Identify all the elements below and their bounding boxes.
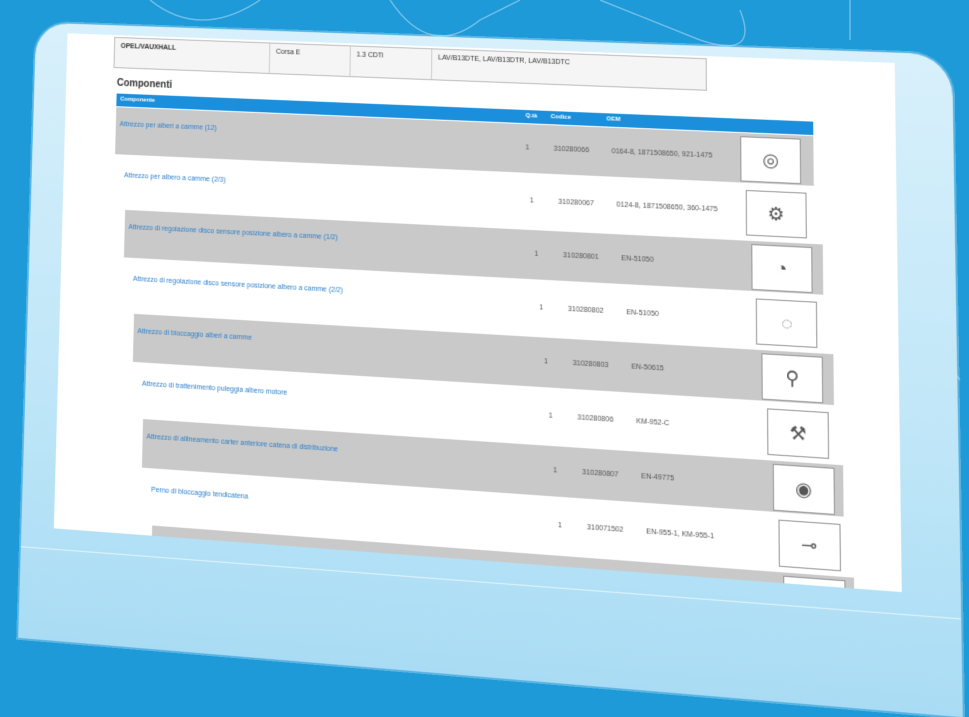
component-thumbnail[interactable]: ⚒ xyxy=(767,408,830,459)
component-thumbnail[interactable]: ◌ xyxy=(756,298,818,349)
header-component: Componente xyxy=(120,96,156,104)
component-thumbnail[interactable]: ◉ xyxy=(772,463,835,515)
component-name-link[interactable]: Attrezzo per alberi a camme (12) xyxy=(120,121,217,132)
component-thumbnail[interactable]: ◔ xyxy=(750,244,813,294)
component-name-link[interactable]: Attrezzo di bloccaggio alberi a camme xyxy=(137,328,251,342)
component-qty: 1 xyxy=(525,144,530,152)
component-name-link[interactable]: Attrezzo di regolazione disco sensore po… xyxy=(133,276,343,295)
component-qty: 1 xyxy=(539,304,544,312)
component-code: 310280803 xyxy=(572,359,609,370)
component-name-link[interactable]: Attrezzo di regolazione disco sensore po… xyxy=(128,224,337,242)
component-oem: KM-952-C xyxy=(636,417,670,428)
component-qty: 1 xyxy=(553,467,558,475)
component-oem: EN-51050 xyxy=(626,309,659,319)
component-code: 310071502 xyxy=(586,524,624,535)
monitor: OPEL/VAUXHALL Corsa E 1.3 CDTi LAV/B13DT… xyxy=(18,22,963,717)
component-thumbnail[interactable]: ⊸ xyxy=(778,519,841,572)
component-oem: EN-955-1, KM-955-1 xyxy=(646,528,715,541)
component-code: 310280802 xyxy=(567,305,604,316)
component-oem: EN-46785 xyxy=(651,583,685,593)
component-code: 310104020 xyxy=(591,579,629,590)
component-code: 310280067 xyxy=(558,198,594,208)
component-oem: 0124-8, 1871508650, 360-1475 xyxy=(616,201,718,214)
component-qty: 1 xyxy=(548,412,553,420)
component-oem: 0164-8, 1871508650, 921-1475 xyxy=(611,148,713,160)
component-thumbnail[interactable]: ⟋ xyxy=(783,575,847,593)
component-name-link[interactable]: Attrezzo per albero a camme (2/3) xyxy=(124,172,226,184)
component-thumbnail[interactable]: ◎ xyxy=(740,136,802,185)
component-name-link[interactable]: Attrezzo di allineamento carter anterior… xyxy=(146,433,338,453)
component-oem: EN-50615 xyxy=(631,363,664,373)
component-qty: 1 xyxy=(529,197,534,205)
component-qty: 1 xyxy=(534,250,539,258)
component-code: 310280807 xyxy=(582,468,619,479)
vehicle-make: OPEL/VAUXHALL xyxy=(114,37,271,74)
component-oem: EN-49775 xyxy=(641,472,675,483)
component-qty: 1 xyxy=(543,358,548,366)
component-name-link[interactable]: Perno di bloccaggio albero motore xyxy=(156,540,261,555)
component-thumbnail[interactable]: ⚙ xyxy=(745,189,807,239)
component-thumbnail[interactable]: ⚲ xyxy=(761,353,824,404)
component-code: 310280801 xyxy=(562,252,599,262)
component-name-link[interactable]: Attrezzo di trattenimento puleggia alber… xyxy=(142,381,287,397)
component-oem: EN-51050 xyxy=(621,255,654,264)
screen: OPEL/VAUXHALL Corsa E 1.3 CDTi LAV/B13DT… xyxy=(53,33,902,593)
component-code: 310280806 xyxy=(577,414,614,424)
header-qty: Q.tà xyxy=(525,113,538,120)
header-oem: OEM xyxy=(606,116,621,123)
vehicle-info-bar: OPEL/VAUXHALL Corsa E 1.3 CDTi LAV/B13DT… xyxy=(113,36,707,91)
component-code: 310280066 xyxy=(553,145,590,155)
vehicle-model: Corsa E xyxy=(269,43,351,77)
section-title: Componenti xyxy=(116,77,173,91)
component-name-link[interactable]: Perno di bloccaggio tendicatena xyxy=(151,487,248,501)
vehicle-engine-codes: LAV/B13DTE, LAV/B13DTR, LAV/B13DTC xyxy=(438,54,570,67)
component-qty: 1 xyxy=(562,577,567,585)
vehicle-engine: 1.3 CDTi xyxy=(350,46,433,80)
header-code: Codice xyxy=(550,114,571,121)
component-qty: 1 xyxy=(558,521,563,530)
